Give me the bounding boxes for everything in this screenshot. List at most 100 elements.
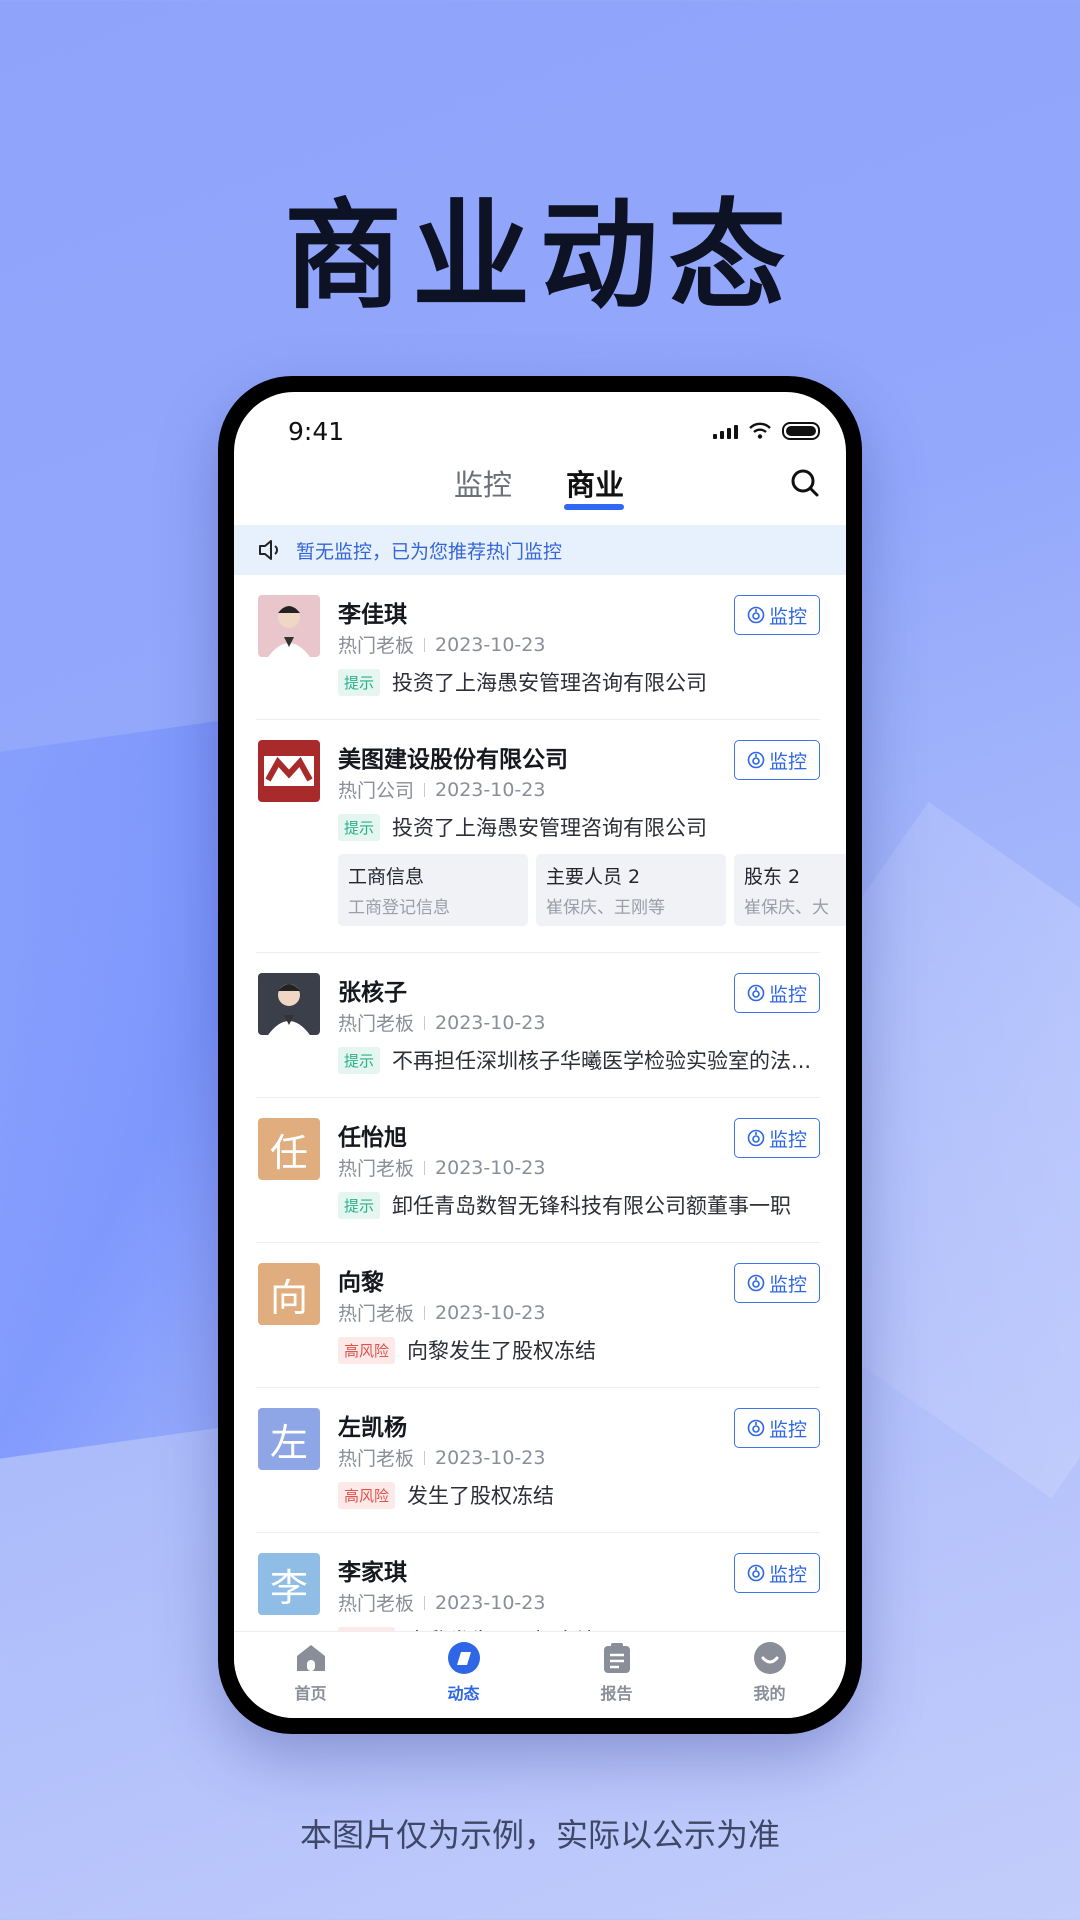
- watch-label: 监控: [768, 1418, 807, 1441]
- event-tag: 提示: [338, 813, 381, 841]
- entity-date: 2023-10-23: [435, 1591, 546, 1614]
- entity-name: 左凯杨: [338, 1415, 407, 1441]
- event-note: 提示 卸任青岛数智无锋科技有限公司额董事一职: [338, 1190, 791, 1220]
- entity-name: 李佳琪: [338, 602, 407, 628]
- watch-button[interactable]: 监控: [734, 1553, 820, 1593]
- dynamic-list: 李佳琪 热门老板 2023-10-23 提示 投资了上海愚安管理咨询有限公司 监…: [234, 575, 846, 1678]
- event-text: 发生了股权冻结: [407, 1484, 555, 1508]
- eye-icon: [747, 984, 765, 1002]
- event-text: 卸任青岛数智无锋科技有限公司额董事一职: [392, 1194, 792, 1218]
- event-tag: 提示: [338, 1191, 381, 1219]
- card-subtitle: 工商登记信息: [348, 898, 450, 918]
- watch-button[interactable]: 监控: [734, 1263, 820, 1303]
- watch-button[interactable]: 监控: [734, 973, 820, 1013]
- event-note: 提示 不再担任深圳核子华曦医学检验实验室的法...: [338, 1045, 811, 1075]
- card-title: 主要人员 2: [546, 866, 641, 888]
- nav-dynamic-label: 动态: [447, 1684, 480, 1703]
- company-logo: [258, 740, 320, 802]
- event-note: 高风险 发生了股权冻结: [338, 1480, 554, 1510]
- list-item[interactable]: 左 左凯杨 热门老板 2023-10-23 高风险 发生了股权冻结 监控: [256, 1388, 820, 1533]
- watch-label: 监控: [768, 1273, 807, 1296]
- disclaimer-text: 本图片仅为示例，实际以公示为准: [299, 1816, 780, 1854]
- avatar: 李: [258, 1553, 320, 1615]
- active-tab-indicator: [564, 504, 624, 510]
- entity-date: 2023-10-23: [435, 1011, 546, 1034]
- profile-icon: [753, 1642, 786, 1674]
- watch-label: 监控: [768, 1563, 807, 1586]
- divider: [424, 1015, 426, 1030]
- entity-date: 2023-10-23: [435, 1301, 546, 1324]
- search-icon[interactable]: [790, 468, 820, 498]
- watch-label: 监控: [768, 983, 807, 1006]
- info-card[interactable]: 股东 2 崔保庆、大: [734, 854, 846, 926]
- event-tag: 提示: [338, 1046, 381, 1074]
- signal-icon: [713, 423, 738, 439]
- event-text: 投资了上海愚安管理咨询有限公司: [392, 671, 708, 695]
- entity-category: 热门公司: [338, 780, 415, 802]
- tab-monitor[interactable]: 监控: [454, 462, 512, 504]
- status-icons: [713, 422, 820, 440]
- entity-meta: 热门老板 2023-10-23: [338, 1299, 545, 1326]
- divider: [424, 1595, 426, 1610]
- nav-report-label: 报告: [600, 1684, 633, 1703]
- nav-profile-label: 我的: [753, 1684, 786, 1703]
- entity-meta: 热门老板 2023-10-23: [338, 1009, 545, 1036]
- event-tag: 提示: [338, 668, 381, 696]
- info-card[interactable]: 工商信息工商登记信息: [338, 854, 528, 926]
- entity-name: 美图建设股份有限公司: [338, 747, 568, 773]
- phone-screen: 9:41 监控 商业 暂无监控，已为您推荐热门监控 李佳琪 热门老板 2023-…: [234, 392, 846, 1718]
- entity-category: 热门老板: [338, 1013, 415, 1035]
- nav-report[interactable]: 报告: [540, 1632, 693, 1718]
- list-item[interactable]: 李佳琪 热门老板 2023-10-23 提示 投资了上海愚安管理咨询有限公司 监…: [256, 575, 820, 720]
- header-tabs: 监控 商业: [234, 462, 846, 512]
- card-title: 工商信息: [348, 866, 425, 888]
- entity-date: 2023-10-23: [435, 633, 546, 656]
- nav-profile[interactable]: 我的: [693, 1632, 846, 1718]
- info-card[interactable]: 主要人员 2 崔保庆、王刚等: [536, 854, 726, 926]
- avatar: 向: [258, 1263, 320, 1325]
- divider: [424, 782, 426, 797]
- avatar-letter: 李: [269, 1565, 308, 1610]
- divider: [424, 1450, 426, 1465]
- wifi-icon: [749, 422, 771, 439]
- avatar-letter: 向: [269, 1275, 308, 1320]
- nav-dynamic[interactable]: 动态: [387, 1632, 540, 1718]
- avatar-photo: [258, 973, 320, 1035]
- info-cards: 工商信息 工商登记信息 主要人员 2 崔保庆、王刚等 股东 2 崔保庆、大: [338, 854, 846, 926]
- entity-meta: 热门老板 2023-10-23: [338, 1444, 545, 1471]
- watch-button[interactable]: 监控: [734, 595, 820, 635]
- avatar: 左: [258, 1408, 320, 1470]
- event-text: 向黎发生了股权冻结: [407, 1339, 597, 1363]
- event-tag: 高风险: [338, 1336, 396, 1364]
- nav-home[interactable]: 首页: [234, 1632, 387, 1718]
- promo-headline: 商业动态: [283, 187, 796, 325]
- entity-name: 任怡旭: [338, 1125, 407, 1151]
- entity-meta: 热门公司 2023-10-23: [338, 776, 545, 803]
- list-item[interactable]: 张核子 热门老板 2023-10-23 提示 不再担任深圳核子华曦医学检验实验室…: [256, 953, 820, 1098]
- eye-icon: [747, 1129, 765, 1147]
- list-item[interactable]: 向 向黎 热门老板 2023-10-23 高风险 向黎发生了股权冻结 监控: [256, 1243, 820, 1388]
- speaker-icon: [259, 540, 278, 560]
- entity-name: 李家琪: [338, 1560, 407, 1586]
- watch-button[interactable]: 监控: [734, 740, 820, 780]
- entity-category: 热门老板: [338, 1593, 415, 1615]
- event-text: 投资了上海愚安管理咨询有限公司: [392, 816, 708, 840]
- eye-icon: [747, 751, 765, 769]
- status-time: 9:41: [288, 417, 345, 446]
- tab-business[interactable]: 商业: [566, 462, 624, 504]
- entity-meta: 热门老板 2023-10-23: [338, 1154, 545, 1181]
- watch-button[interactable]: 监控: [734, 1408, 820, 1448]
- home-icon: [296, 1645, 325, 1671]
- watch-label: 监控: [768, 605, 807, 628]
- phone-frame: 9:41 监控 商业 暂无监控，已为您推荐热门监控 李佳琪 热门老板 2023-…: [218, 376, 862, 1734]
- report-icon: [603, 1643, 630, 1673]
- list-item[interactable]: 任 任怡旭 热门老板 2023-10-23 提示 卸任青岛数智无锋科技有限公司额…: [256, 1098, 820, 1243]
- watch-button[interactable]: 监控: [734, 1118, 820, 1158]
- battery-icon: [782, 422, 820, 440]
- dynamic-icon: [447, 1642, 480, 1674]
- card-title: 股东 2: [744, 866, 801, 888]
- entity-meta: 热门老板 2023-10-23: [338, 1589, 545, 1616]
- eye-icon: [747, 1564, 765, 1582]
- status-bar: 9:41: [234, 392, 846, 452]
- list-item[interactable]: 美图建设股份有限公司 热门公司 2023-10-23 提示 投资了上海愚安管理咨…: [256, 720, 846, 953]
